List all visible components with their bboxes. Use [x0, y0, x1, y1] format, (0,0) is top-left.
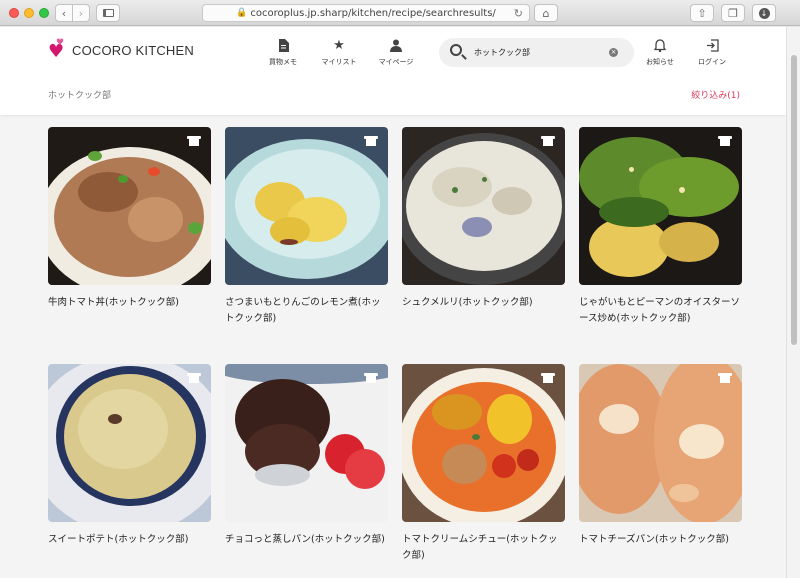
basket-icon[interactable] — [364, 373, 378, 383]
address-bar[interactable]: 🔒 cocoroplus.jp.sharp/kitchen/recipe/sea… — [202, 4, 530, 22]
recipe-title[interactable]: トマトクリームシチュー(ホットクック部) — [402, 532, 565, 564]
recipe-title[interactable]: チョコっと蒸しパン(ホットクック部) — [225, 532, 388, 548]
downloads-button[interactable]: ↓ — [752, 4, 776, 22]
chevron-left-icon: ‹ — [61, 6, 67, 20]
recipe-image[interactable] — [402, 364, 565, 522]
sidebar-icon — [102, 9, 114, 17]
basket-icon[interactable] — [187, 136, 201, 146]
clear-search-icon[interactable]: × — [609, 48, 618, 57]
recipe-card[interactable]: じゃがいもとピーマンのオイスターソース炒め(ホットクック部) — [579, 127, 742, 327]
basket-icon[interactable] — [187, 373, 201, 383]
tabs-button[interactable]: ❐ — [721, 4, 745, 22]
basket-icon[interactable] — [718, 373, 732, 383]
home-icon: ⌂ — [542, 6, 550, 20]
recipe-image[interactable] — [225, 364, 388, 522]
nav-label: マイリスト — [321, 58, 357, 66]
share-button[interactable]: ⇧ — [690, 4, 714, 22]
recipe-title[interactable]: 牛肉トマト丼(ホットクック部) — [48, 295, 211, 311]
login-icon — [687, 39, 737, 55]
close-window-button[interactable] — [9, 8, 19, 18]
recipe-title[interactable]: さつまいもとりんごのレモン煮(ホットクック部) — [225, 295, 388, 327]
logo-text: COCORO KITCHEN — [72, 42, 194, 58]
nav-label: 買物メモ — [269, 58, 297, 66]
nav-label: ログイン — [698, 58, 726, 66]
back-button[interactable]: ‹ — [55, 4, 73, 22]
home-button[interactable]: ⌂ — [534, 4, 558, 22]
recipe-title[interactable]: トマトチーズパン(ホットクック部) — [579, 532, 742, 548]
recipe-image[interactable] — [48, 127, 211, 285]
recipe-card[interactable]: トマトチーズパン(ホットクック部) — [579, 364, 742, 548]
basket-icon[interactable] — [718, 136, 732, 146]
tabs-icon: ❐ — [728, 6, 738, 20]
star-icon: ★ — [333, 38, 345, 53]
nav-my-list[interactable]: ★ マイリスト — [314, 39, 364, 67]
recipe-card[interactable]: 牛肉トマト丼(ホットクック部) — [48, 127, 211, 311]
nav-login[interactable]: ログイン — [687, 39, 737, 67]
page-scrollbar[interactable] — [786, 27, 800, 578]
zoom-window-button[interactable] — [39, 8, 49, 18]
scroll-thumb[interactable] — [791, 55, 797, 345]
nav-notifications[interactable]: お知らせ — [635, 39, 685, 67]
nav-label: マイページ — [378, 58, 414, 66]
recipe-title[interactable]: スイートポテト(ホットクック部) — [48, 532, 211, 548]
recipe-card[interactable]: トマトクリームシチュー(ホットクック部) — [402, 364, 565, 564]
url-text: cocoroplus.jp.sharp/kitchen/recipe/searc… — [250, 7, 496, 19]
share-icon: ⇧ — [697, 6, 707, 20]
heart-logo-icon: ♥ ♥ — [48, 38, 65, 62]
reload-icon[interactable]: ↻ — [514, 7, 523, 20]
recipe-image[interactable] — [402, 127, 565, 285]
user-icon — [371, 39, 421, 55]
basket-icon[interactable] — [541, 136, 555, 146]
recipe-title[interactable]: シュクメルリ(ホットクック部) — [402, 295, 565, 311]
recipe-image[interactable] — [579, 127, 742, 285]
recipe-card[interactable]: シュクメルリ(ホットクック部) — [402, 127, 565, 311]
nav-my-page[interactable]: マイページ — [371, 39, 421, 67]
recipe-image[interactable] — [225, 127, 388, 285]
lock-icon: 🔒 — [236, 8, 248, 18]
recipe-card[interactable]: チョコっと蒸しパン(ホットクック部) — [225, 364, 388, 548]
breadcrumb[interactable]: ホットクック部 — [48, 88, 111, 101]
recipe-title[interactable]: じゃがいもとピーマンのオイスターソース炒め(ホットクック部) — [579, 295, 742, 327]
minimize-window-button[interactable] — [24, 8, 34, 18]
nav-label: お知らせ — [646, 58, 674, 66]
sidebar-toggle-button[interactable] — [96, 4, 120, 22]
basket-icon[interactable] — [364, 136, 378, 146]
bell-icon — [635, 39, 685, 55]
filter-button[interactable]: 絞り込み(1) — [691, 88, 740, 101]
site-logo[interactable]: ♥ ♥ COCORO KITCHEN — [48, 39, 194, 61]
nav-shopping-memo[interactable]: 買物メモ — [258, 39, 308, 67]
page: ♥♥ COCORO KITCHEN 買物メモ ★ マイリスト マイページ × お… — [0, 27, 786, 578]
site-header: ♥♥ COCORO KITCHEN 買物メモ ★ マイリスト マイページ × お… — [0, 27, 786, 115]
basket-icon[interactable] — [541, 373, 555, 383]
search-box: × — [439, 38, 634, 67]
search-input[interactable] — [474, 45, 604, 60]
chevron-right-icon: › — [78, 6, 84, 20]
recipe-card[interactable]: さつまいもとりんごのレモン煮(ホットクック部) — [225, 127, 388, 327]
memo-icon — [258, 39, 308, 55]
browser-toolbar: ‹ › 🔒 cocoroplus.jp.sharp/kitchen/recipe… — [0, 0, 800, 26]
search-icon[interactable] — [450, 44, 462, 56]
forward-button[interactable]: › — [72, 4, 90, 22]
recipe-image[interactable] — [48, 364, 211, 522]
recipe-image[interactable] — [579, 364, 742, 522]
download-icon: ↓ — [758, 7, 770, 19]
recipe-card[interactable]: スイートポテト(ホットクック部) — [48, 364, 211, 548]
